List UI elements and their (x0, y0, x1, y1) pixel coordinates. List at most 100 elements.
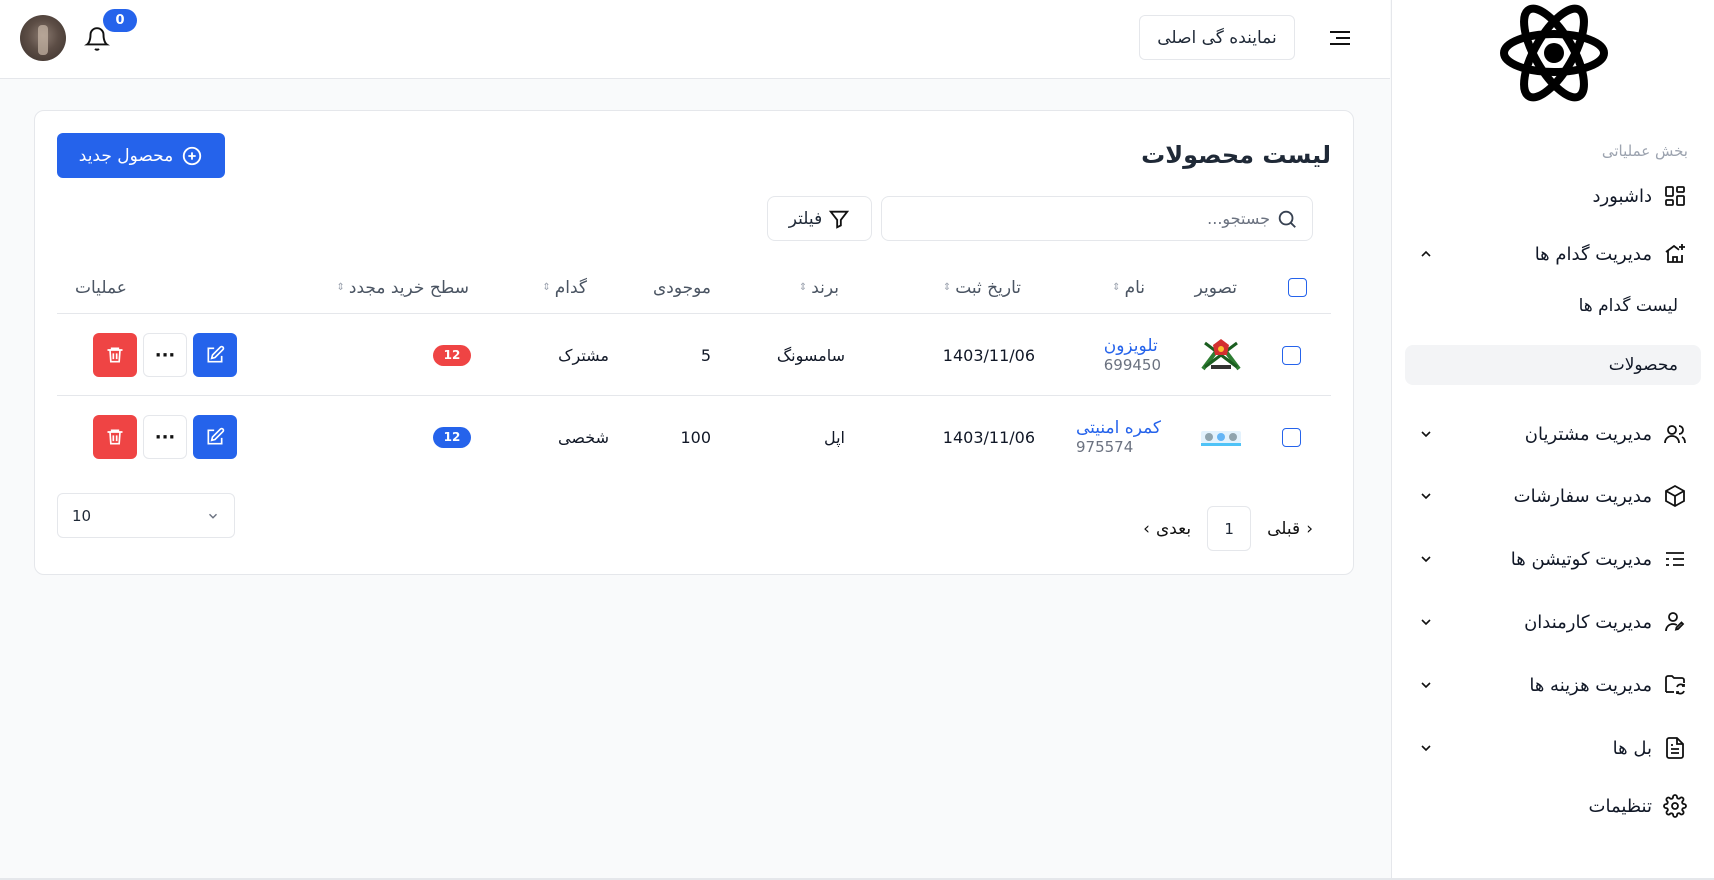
product-brand: اپل (823, 427, 845, 447)
column-header-reorder[interactable]: سطح خرید مجدد ⇕ (337, 261, 469, 314)
product-name-cell: تلویزون 699450 (1104, 314, 1161, 396)
warehouse-plus-icon (1662, 241, 1688, 267)
sidebar-item-warehouses[interactable]: مدیریت گدام ها (1418, 234, 1688, 274)
product-thumbnail-camera (1199, 415, 1243, 459)
page-title: لیست محصولات (1141, 141, 1331, 169)
product-warehouse: شخصی (558, 427, 609, 447)
chevron-left-icon: ‹ (1306, 518, 1313, 539)
search-box (881, 196, 1313, 241)
sidebar-item-employees[interactable]: مدیریت کارمندان (1418, 602, 1688, 642)
prev-page-button[interactable]: ‹ قبلی (1267, 519, 1313, 539)
sidebar-subitem-label: محصولات (1608, 355, 1678, 375)
column-header-date[interactable]: تاریخ ثبت ⇕ (943, 261, 1021, 314)
box-icon (1662, 483, 1688, 509)
edit-icon (207, 345, 225, 363)
plus-circle-icon (183, 146, 202, 165)
chevron-down-icon (1421, 682, 1431, 689)
new-product-label: محصول جدید (78, 145, 174, 166)
sidebar-item-settings[interactable]: تنظیمات (1418, 786, 1688, 826)
column-header-brand[interactable]: برند ⇕ (799, 261, 839, 314)
search-input[interactable] (910, 209, 1270, 228)
product-name-link[interactable]: کمره امنیتی (1076, 418, 1161, 438)
sidebar-item-label: مدیریت کوتیشن ها (1510, 548, 1652, 570)
sidebar-subitem-label: لیست گدام ها (1578, 296, 1678, 316)
row-checkbox[interactable] (1282, 345, 1301, 365)
product-image-cell (1199, 396, 1243, 478)
row-actions: ··· (93, 396, 237, 478)
select-all-checkbox-cell (1288, 261, 1307, 314)
column-header-label: گدام (554, 277, 587, 298)
product-thumbnail-tv (1199, 333, 1243, 377)
column-header-label: نام (1124, 277, 1145, 298)
more-options-button[interactable]: ··· (143, 333, 187, 377)
reorder-level-badge: 12 (433, 426, 471, 448)
product-warehouse: مشترک (558, 345, 609, 365)
sidebar-item-label: بل ها (1612, 737, 1652, 759)
row-checkbox-cell (1282, 396, 1301, 478)
reorder-level-badge: 12 (433, 344, 471, 366)
sort-icon: ⇕ (542, 282, 551, 293)
product-name-cell: کمره امنیتی 975574 (1076, 396, 1161, 478)
column-header-image: تصویر (1194, 277, 1237, 298)
next-page-button[interactable]: بعدی › (1143, 519, 1191, 539)
dashboard-grid-icon (1662, 183, 1688, 209)
sidebar-item-label: مدیریت کارمندان (1524, 611, 1652, 633)
reorder-level-cell: 12 (433, 314, 471, 396)
filter-button[interactable]: فیلتر (767, 196, 872, 241)
product-stock: 5 (700, 345, 711, 365)
folder-sync-icon (1662, 672, 1688, 698)
menu-toggle-icon[interactable] (1326, 24, 1354, 52)
column-header-name[interactable]: نام ⇕ (1112, 261, 1145, 314)
sidebar-subitem-products[interactable]: محصولات (1405, 345, 1701, 385)
sidebar-item-customers[interactable]: مدیریت مشتریان (1418, 414, 1688, 454)
users-icon (1662, 421, 1688, 447)
sidebar-item-quotations[interactable]: مدیریت کوتیشن ها (1418, 539, 1688, 579)
sidebar-item-expenses[interactable]: مدیریت هزینه ها (1418, 665, 1688, 705)
prev-page-label: قبلی (1267, 518, 1301, 539)
page-number-button[interactable]: 1 (1207, 506, 1252, 551)
edit-button[interactable] (193, 415, 237, 459)
more-options-button[interactable]: ··· (143, 415, 187, 459)
notification-badge: 0 (103, 9, 137, 32)
chevron-down-icon (1421, 493, 1431, 500)
sidebar-subitem-warehouse-list[interactable]: لیست گدام ها (1418, 286, 1688, 326)
column-header-label: سطح خرید مجدد (348, 277, 469, 298)
sidebar-item-label: داشبورد (1592, 185, 1652, 207)
avatar[interactable] (20, 15, 66, 61)
top-header: نماینده گی اصلی 0 (0, 0, 1390, 79)
sidebar-item-label: مدیریت هزینه ها (1529, 674, 1652, 696)
bell-icon[interactable] (84, 26, 110, 52)
sidebar-item-orders[interactable]: مدیریت سفارشات (1418, 476, 1688, 516)
list-icon (1662, 546, 1688, 572)
atom-logo-icon[interactable] (1500, 0, 1608, 110)
row-checkbox[interactable] (1282, 427, 1301, 447)
user-pen-icon (1662, 609, 1688, 635)
product-date: 1403/11/06 (942, 427, 1035, 447)
sidebar-item-bills[interactable]: بل ها (1418, 728, 1688, 768)
product-name-link[interactable]: تلویزون (1104, 336, 1158, 356)
agency-selector-button[interactable]: نماینده گی اصلی (1139, 15, 1295, 60)
filter-icon (829, 210, 850, 229)
delete-button[interactable] (93, 415, 137, 459)
next-page-label: بعدی (1155, 518, 1192, 539)
product-brand: سامسونگ (776, 345, 845, 365)
edit-button[interactable] (193, 333, 237, 377)
column-header-actions: عملیات (75, 277, 127, 298)
new-product-button[interactable]: محصول جدید (57, 133, 225, 178)
sort-icon: ⇕ (798, 282, 808, 293)
chevron-down-icon (1421, 745, 1431, 752)
sidebar-section-label: بخش عملیاتی (1601, 142, 1688, 160)
select-all-checkbox[interactable] (1288, 278, 1307, 297)
chevron-down-icon (1421, 556, 1431, 563)
column-header-label: تاریخ ثبت (955, 277, 1021, 298)
page-size-select[interactable]: 10 (57, 493, 235, 538)
product-code: 975574 (1076, 438, 1134, 456)
file-text-icon (1662, 735, 1688, 761)
delete-button[interactable] (93, 333, 137, 377)
edit-icon (207, 427, 225, 445)
table-header: تصویر نام ⇕ تاریخ ثبت ⇕ برند ⇕ موجودی گدام ⇕… (57, 261, 1331, 314)
column-header-warehouse[interactable]: گدام ⇕ (542, 261, 587, 314)
chevron-up-icon (1421, 250, 1431, 257)
sidebar-item-dashboard[interactable]: داشبورد (1418, 176, 1688, 216)
product-stock: 100 (680, 427, 711, 447)
